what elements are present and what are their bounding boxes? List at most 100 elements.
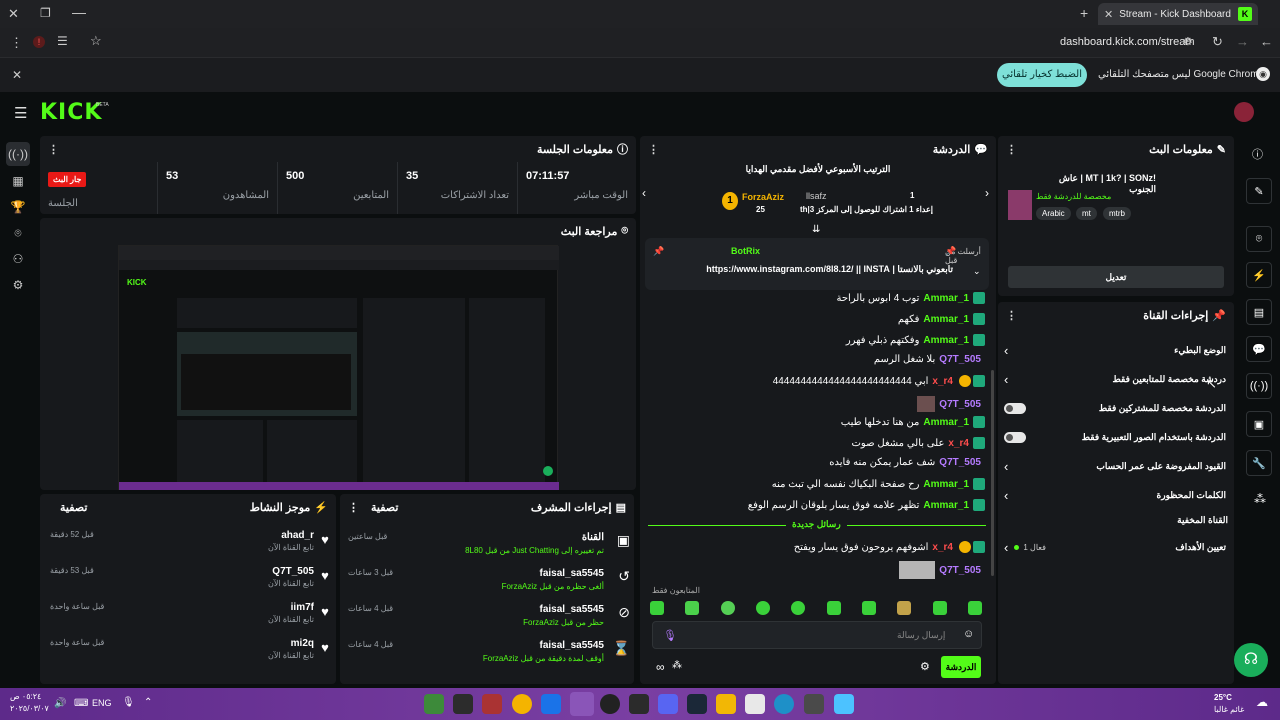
close-window-icon[interactable]: ✕ — [8, 6, 19, 22]
notes-icon[interactable]: ▤ — [1246, 299, 1272, 325]
leaderboard-prev-icon[interactable]: ‹ — [642, 186, 646, 200]
emote-icon[interactable] — [720, 601, 735, 615]
chat-user[interactable]: Q7T_505 — [939, 457, 981, 468]
chat-user[interactable]: Q7T_505 — [939, 354, 981, 365]
tag-chip[interactable]: mtrb — [1103, 207, 1131, 220]
points-icon[interactable]: ⁂ — [672, 660, 682, 671]
pin-drag-icon[interactable]: ⇊ — [812, 224, 820, 235]
user-avatar[interactable] — [1234, 102, 1254, 122]
chat-user[interactable]: x_r4 — [932, 542, 953, 553]
reading-list-icon[interactable]: ☰ — [57, 34, 68, 48]
live-icon[interactable]: ((·)) — [6, 142, 30, 166]
taskbar-app-icon[interactable] — [482, 694, 502, 717]
chat-user[interactable]: Q7T_505 — [939, 565, 981, 576]
bookmark-star-icon[interactable]: ☆ — [90, 33, 102, 49]
chat-user[interactable]: x_r4 — [948, 438, 969, 449]
followers-only-row[interactable]: دردشة مخصصة للمتابعين فقط › — [1004, 369, 1226, 389]
new-tab-button[interactable]: + — [1080, 5, 1088, 21]
chat-user[interactable]: 1_Ammar — [923, 335, 969, 346]
menu-icon[interactable]: ⋮ — [10, 35, 23, 51]
mic-icon[interactable]: 🎙 — [663, 629, 677, 642]
chat-input[interactable]: 🎙 إرسال رسالة ☺ — [652, 621, 982, 649]
emote-icon[interactable] — [897, 601, 912, 615]
emote-icon[interactable] — [932, 601, 947, 615]
chrome-taskbar-icon[interactable] — [512, 694, 532, 717]
hamburger-icon[interactable]: ☰ — [14, 104, 27, 122]
emote-icon[interactable] — [650, 601, 664, 615]
edit-stream-button[interactable]: تعديل — [1008, 266, 1224, 288]
chat-settings-icon[interactable]: ⚙ — [920, 660, 930, 673]
unpin-icon[interactable]: 📌 — [945, 246, 956, 257]
microphone-icon[interactable]: 🎙 — [122, 697, 135, 708]
chevron-right-icon[interactable]: › — [1004, 343, 1008, 358]
chat-icon[interactable]: 💬 — [1246, 336, 1272, 362]
taskbar-app-icon[interactable] — [453, 694, 473, 717]
volume-icon[interactable]: 🔊 — [54, 698, 66, 709]
forward-icon[interactable]: → — [1236, 34, 1249, 49]
modactions-filter-button[interactable]: تصفية — [371, 501, 398, 514]
tray-expand-icon[interactable]: ⌃ — [144, 697, 152, 708]
support-headset-icon[interactable]: ☊ — [1234, 643, 1268, 677]
site-settings-icon[interactable]: ⚙ — [1183, 35, 1193, 48]
edge-taskbar-icon[interactable] — [774, 694, 794, 717]
edit-icon[interactable]: ✎ — [1246, 178, 1272, 204]
back-icon[interactable]: ← — [1260, 34, 1273, 49]
activity-filter-button[interactable]: تصفية — [60, 501, 87, 514]
leader2-name[interactable]: llsafz — [806, 191, 827, 201]
trophy-icon[interactable]: 🏆 — [6, 195, 30, 219]
stream-preview-video[interactable]: KICK — [118, 245, 559, 490]
modactions-menu-icon[interactable]: ⋮ — [348, 501, 359, 514]
chat-user[interactable]: Q7T_505 — [939, 399, 981, 410]
analytics-icon[interactable]: ▦ — [6, 169, 30, 193]
broadcast-icon[interactable]: ((·)) — [1246, 373, 1272, 399]
windows-start-icon[interactable] — [834, 694, 854, 717]
moderation-icon[interactable]: ⌾ — [6, 221, 30, 245]
emote-icon[interactable] — [861, 601, 876, 615]
chevron-right-icon[interactable]: › — [1004, 488, 1008, 503]
slow-mode-row[interactable]: الوضع البطيء › — [1004, 340, 1226, 360]
network-icon[interactable]: ⌨ — [74, 698, 88, 709]
expand-pinned-icon[interactable]: ⌄ — [973, 266, 981, 277]
chat-user[interactable]: x_r4 — [932, 376, 953, 387]
chevron-right-icon[interactable]: › — [1004, 372, 1008, 387]
channel-menu-icon[interactable]: ⋮ — [1006, 309, 1017, 322]
banned-words-row[interactable]: الكلمات المحظورة › — [1004, 485, 1226, 505]
close-tab-icon[interactable]: ✕ — [1104, 8, 1113, 21]
minimize-window-icon[interactable]: — — [72, 4, 86, 20]
leaderboard-next-icon[interactable]: › — [985, 186, 989, 200]
emote-icon[interactable] — [755, 601, 770, 615]
set-default-button[interactable]: الضبط كخيار تلقائي — [997, 63, 1087, 87]
discord-taskbar-icon[interactable] — [658, 694, 678, 717]
leader1-name[interactable]: ForzaAziz — [742, 192, 784, 202]
account-age-row[interactable]: القيود المفروضة على عمر الحساب › — [1004, 456, 1226, 476]
subs-only-toggle[interactable] — [1004, 402, 1026, 414]
explorer-taskbar-icon[interactable] — [716, 694, 736, 717]
pinned-text[interactable]: تابعوني بالانستا | https://www.instagram… — [653, 264, 953, 275]
community-icon[interactable]: ⚇ — [6, 247, 30, 271]
emote-only-row[interactable]: الدردشة باستخدام الصور التعبيرية فقط — [1004, 427, 1226, 447]
moderation-tools-icon[interactable]: ⌾ — [1246, 226, 1272, 252]
emote-icon[interactable] — [967, 601, 982, 615]
goals-row[interactable]: تعيين الأهداف فعال 1 › — [1004, 537, 1226, 557]
emoji-icon[interactable]: ☺ — [963, 628, 974, 640]
reload-icon[interactable]: ↻ — [1212, 34, 1223, 50]
taskbar-app-icon[interactable] — [424, 694, 444, 717]
wrench-icon[interactable]: 🔧 — [1246, 450, 1272, 476]
alert-icon[interactable]: ! — [33, 36, 45, 48]
steam-taskbar-icon[interactable] — [687, 694, 707, 717]
layout-icon[interactable]: ▣ — [1246, 411, 1272, 437]
language-indicator[interactable]: ENG — [92, 698, 112, 708]
emote-only-toggle[interactable] — [1004, 431, 1026, 443]
restore-window-icon[interactable]: ❐ — [40, 6, 51, 20]
obs-taskbar-icon[interactable] — [570, 692, 594, 716]
chat-user[interactable]: 1_Ammar — [923, 314, 969, 325]
tab-kick-dashboard[interactable]: ✕ Stream - Kick Dashboard K — [1098, 3, 1258, 25]
emote-icon[interactable] — [685, 601, 700, 615]
streaminfo-menu-icon[interactable]: ⋮ — [1006, 143, 1017, 156]
url-text[interactable]: dashboard.kick.com/stream — [1060, 36, 1195, 48]
taskbar-app-icon[interactable] — [804, 694, 824, 717]
emote-icon[interactable] — [791, 601, 806, 615]
chat-user[interactable]: 1_Ammar — [923, 293, 969, 304]
infinity-icon[interactable]: ∞ — [656, 660, 665, 674]
kick-logo[interactable]: KICK — [40, 100, 102, 125]
